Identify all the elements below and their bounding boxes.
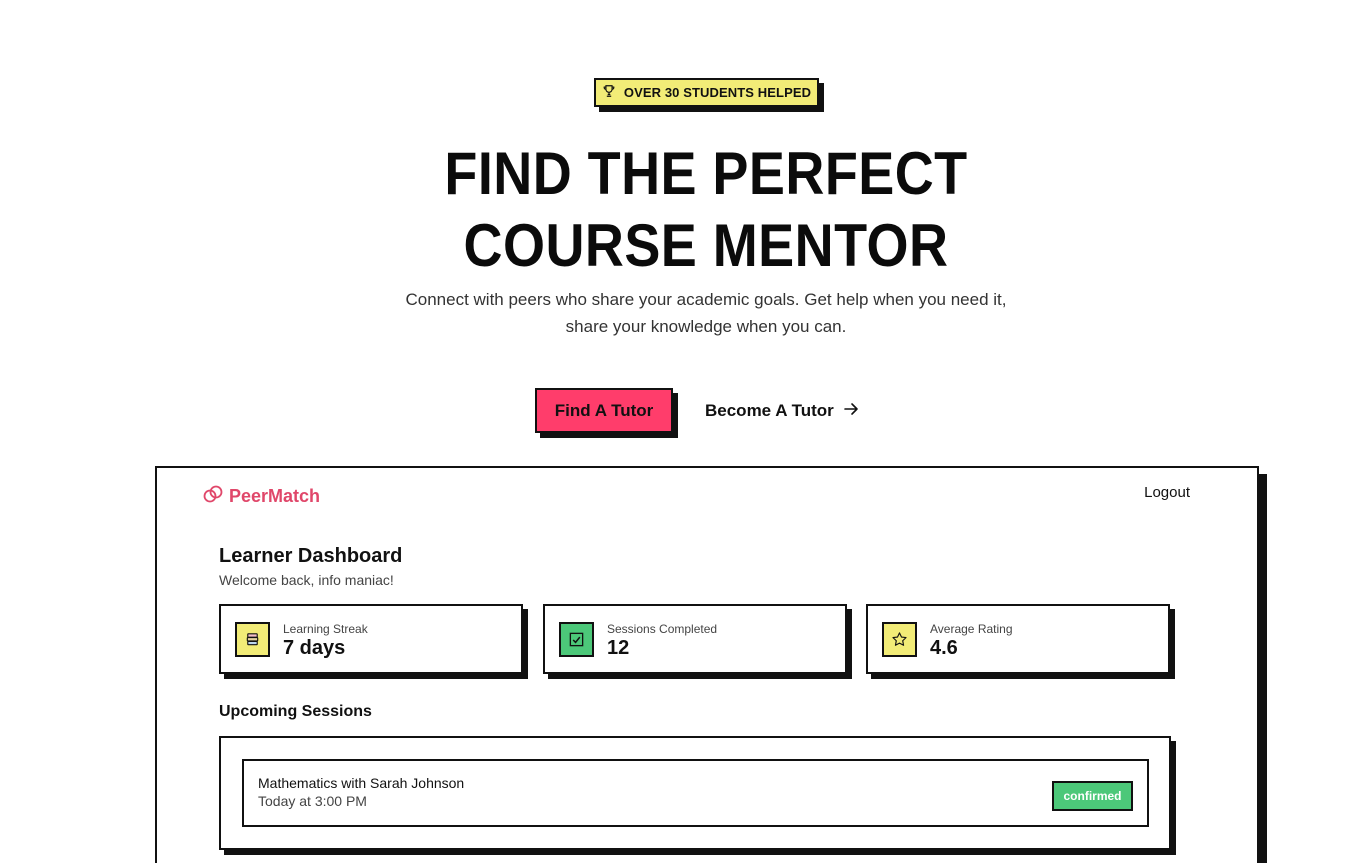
peermatch-logo[interactable]: PeerMatch (202, 483, 320, 510)
stat-value: 4.6 (930, 637, 958, 659)
title-line-2: COURSE MENTOR (463, 212, 949, 279)
landing-hero: OVER 30 STUDENTS HELPED FIND THE PERFECT… (0, 0, 1360, 863)
stat-card-average-rating: Average Rating 4.6 (866, 604, 1170, 674)
books-icon (235, 622, 270, 657)
stat-value: 7 days (283, 637, 346, 659)
status-badge: confirmed (1052, 781, 1133, 811)
star-icon (882, 622, 917, 657)
upcoming-sessions-title: Upcoming Sessions (219, 703, 372, 720)
stat-label: Sessions Completed (607, 622, 718, 636)
session-item[interactable]: Mathematics with Sarah Johnson Today at … (242, 759, 1149, 827)
session-title: Mathematics with Sarah Johnson (258, 775, 465, 791)
logo-text: PeerMatch (229, 486, 321, 506)
stat-label: Learning Streak (283, 622, 368, 636)
stat-label: Average Rating (930, 622, 1013, 636)
check-icon (559, 622, 594, 657)
stat-value: 12 (607, 637, 630, 659)
dashboard-preview: PeerMatch Logout Learner Dashboard Welco… (155, 466, 1259, 863)
stat-card-learning-streak: Learning Streak 7 days (219, 604, 523, 674)
arrow-right-icon (842, 400, 860, 423)
title-line-1: FIND THE PERFECT (444, 140, 968, 207)
badge-text: OVER 30 STUDENTS HELPED (623, 85, 812, 100)
page-title: FIND THE PERFECT COURSE MENTOR (71, 138, 1342, 282)
find-tutor-button[interactable]: Find A Tutor (535, 388, 673, 433)
logout-button[interactable]: Logout (1144, 484, 1190, 501)
upcoming-sessions-panel: Mathematics with Sarah Johnson Today at … (219, 736, 1171, 850)
subtitle-line-1: Connect with peers who share your academ… (405, 290, 1007, 309)
become-tutor-label: Become A Tutor (705, 401, 834, 420)
stat-card-sessions-completed: Sessions Completed 12 (543, 604, 847, 674)
link-rings-icon (202, 483, 224, 510)
dashboard-title: Learner Dashboard (219, 545, 403, 567)
subtitle-line-2: share your knowledge when you can. (565, 317, 847, 336)
session-time: Today at 3:00 PM (258, 793, 367, 809)
hero-subtitle: Connect with peers who share your academ… (380, 286, 1032, 340)
become-tutor-link[interactable]: Become A Tutor (705, 398, 860, 424)
students-helped-badge: OVER 30 STUDENTS HELPED (594, 78, 819, 107)
welcome-text: Welcome back, info maniac! (219, 572, 394, 588)
trophy-icon (602, 84, 616, 101)
